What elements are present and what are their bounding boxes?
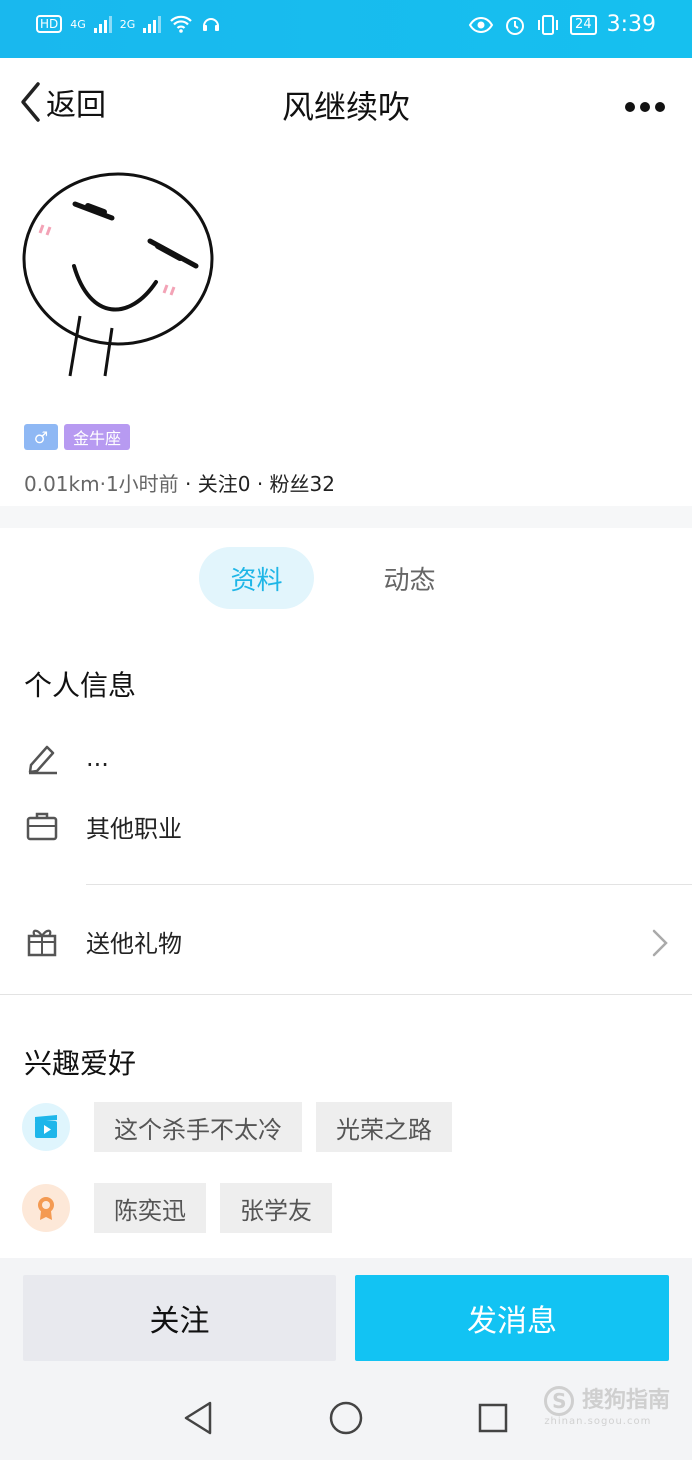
gift-icon — [24, 923, 60, 959]
battery-icon: 24 — [570, 14, 597, 35]
pencil-icon — [24, 740, 60, 776]
tab-profile[interactable]: 资料 — [199, 547, 314, 609]
personal-info-heading: 个人信息 — [24, 669, 137, 702]
signature-row: ... — [24, 740, 109, 776]
send-message-button[interactable]: 发消息 — [355, 1275, 669, 1361]
star-badge-icon — [22, 1184, 70, 1232]
briefcase-icon — [24, 808, 60, 844]
distance-time: 0.01km·1小时前 — [24, 472, 179, 496]
system-nav-bar: S 搜狗指南 zhinan.sogou.com — [0, 1378, 692, 1460]
status-bar: HD 4G 2G 24 3:39 — [0, 0, 692, 58]
tab-moments[interactable]: 动态 — [352, 547, 467, 609]
send-gift-label: 送他礼物 — [86, 929, 182, 958]
signature-text: ... — [86, 744, 109, 772]
more-icon[interactable] — [624, 88, 666, 121]
hd-indicator: HD — [36, 15, 63, 33]
hobby-chip[interactable]: 光荣之路 — [316, 1102, 452, 1152]
sim1-label: 4G — [70, 17, 86, 31]
eye-icon — [468, 16, 494, 33]
send-gift-row[interactable]: 送他礼物 — [0, 911, 692, 975]
watermark-url: zhinan.sogou.com — [544, 1416, 652, 1427]
watermark: S 搜狗指南 zhinan.sogou.com — [544, 1382, 670, 1427]
follow-fans-stats[interactable]: · 关注0 · 粉丝32 — [185, 472, 335, 496]
action-bar: 关注 发消息 — [0, 1258, 692, 1378]
send-gift-content: 送他礼物 — [24, 923, 182, 959]
hobby-chip[interactable]: 陈奕迅 — [94, 1183, 206, 1233]
signal-icon — [93, 15, 112, 33]
follow-button[interactable]: 关注 — [23, 1275, 336, 1361]
vibrate-icon — [538, 14, 559, 35]
nav-back-icon[interactable] — [182, 1400, 214, 1436]
profile-page: 返回 风继续吹 ♂ 金牛座 0.01km·1小时前 · 关注0 · 粉丝32 资 — [0, 58, 692, 1258]
nav-recents-icon[interactable] — [477, 1400, 509, 1436]
gender-badge: ♂ — [24, 424, 58, 450]
hobby-chip[interactable]: 张学友 — [220, 1183, 332, 1233]
hobbies-heading: 兴趣爱好 — [24, 1047, 137, 1080]
movies-row: 这个杀手不太冷 光荣之路 — [22, 1102, 466, 1152]
nav-home-icon[interactable] — [328, 1400, 364, 1436]
profile-tabs: 资料 动态 — [0, 547, 692, 609]
sim2-label: 2G — [119, 17, 136, 31]
occupation-row: 其他职业 — [24, 808, 182, 844]
hobby-chip[interactable]: 这个杀手不太冷 — [94, 1102, 302, 1152]
profile-tags: ♂ 金牛座 — [24, 424, 131, 450]
headset-icon — [203, 18, 220, 31]
profile-meta: 0.01km·1小时前 · 关注0 · 粉丝32 — [24, 468, 335, 497]
chevron-right-icon — [652, 929, 668, 957]
watermark-logo-icon: S — [544, 1386, 575, 1416]
top-nav: 返回 风继续吹 — [0, 58, 692, 154]
wifi-icon — [170, 15, 193, 33]
movie-icon — [22, 1103, 70, 1151]
occupation-text: 其他职业 — [86, 814, 182, 843]
watermark-brand: 搜狗指南 — [581, 1388, 670, 1413]
zodiac-badge: 金牛座 — [64, 424, 131, 450]
stars-row: 陈奕迅 张学友 — [22, 1183, 346, 1233]
clock: 3:39 — [606, 12, 656, 37]
section-gap — [0, 506, 692, 528]
divider — [0, 994, 692, 995]
signal-icon — [143, 15, 162, 33]
divider — [86, 884, 692, 885]
avatar[interactable] — [0, 156, 230, 382]
page-title: 风继续吹 — [281, 88, 410, 126]
alarm-icon — [506, 16, 525, 35]
